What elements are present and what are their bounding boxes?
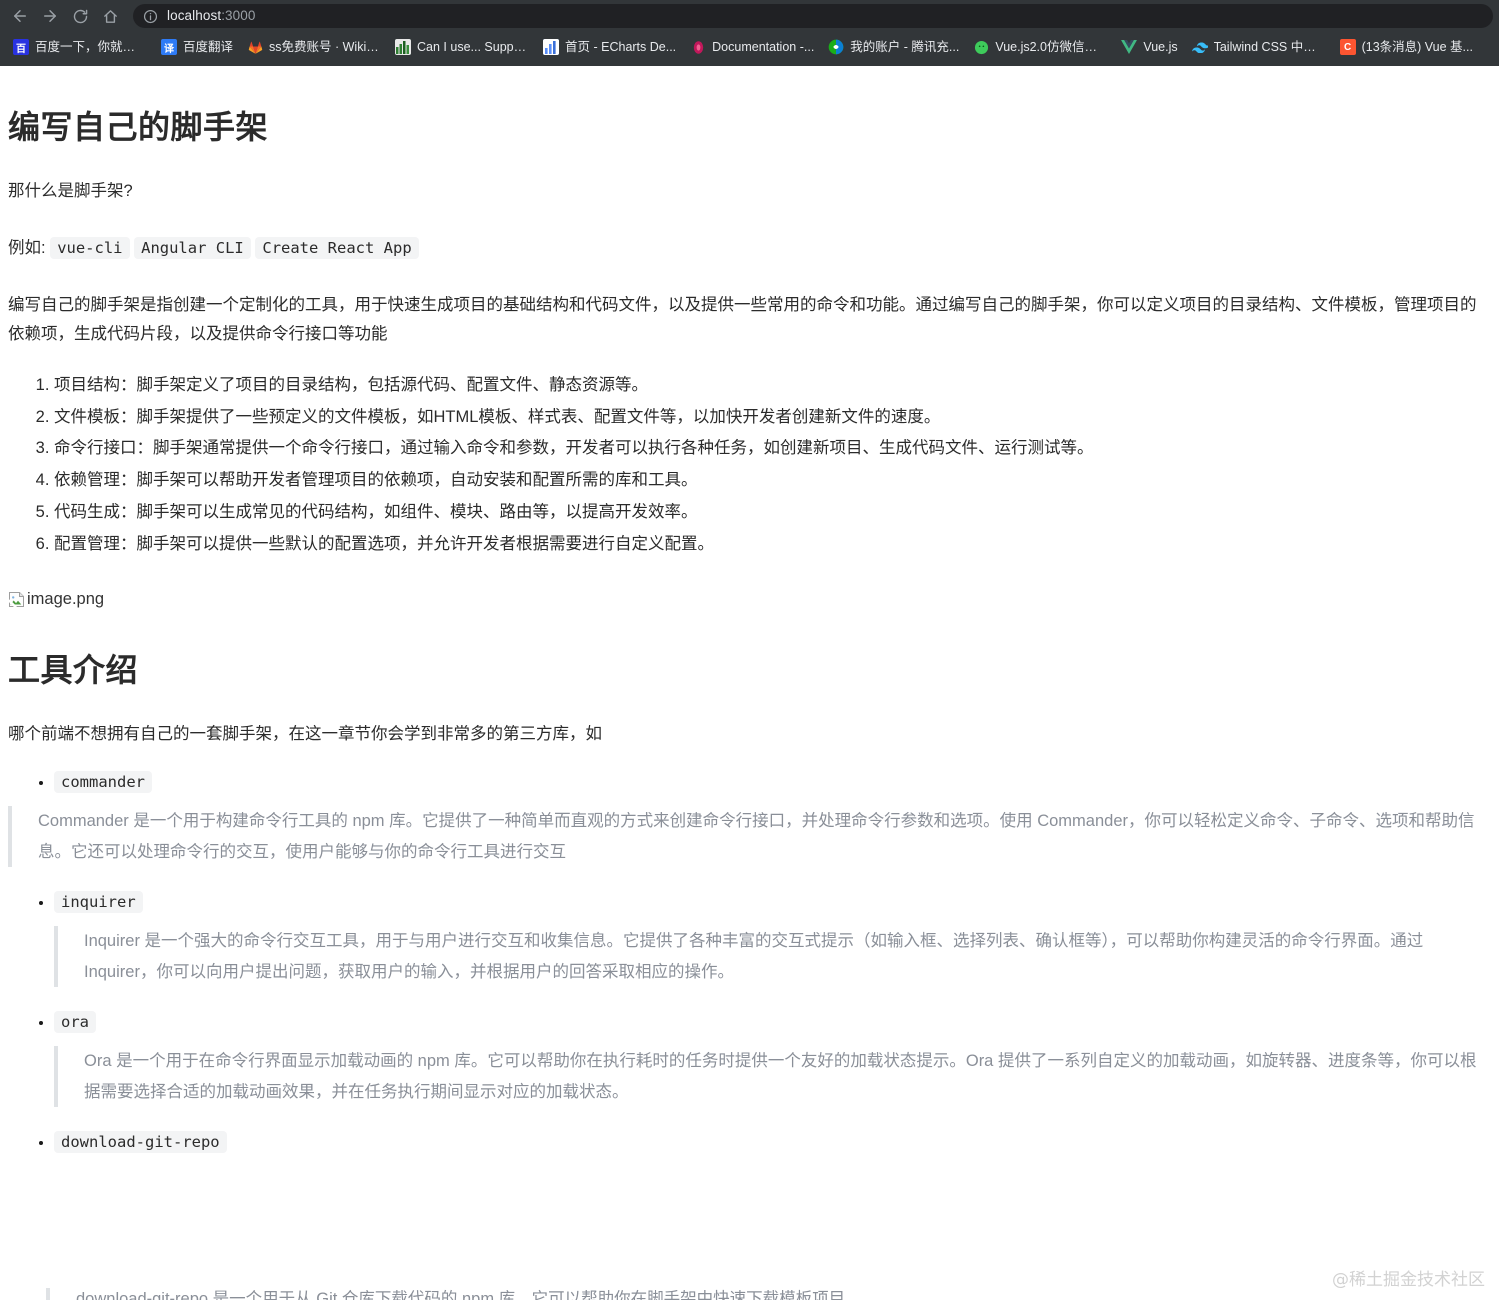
- bookmark-vue-wechat-app[interactable]: Vue.js2.0仿微信应用: [966, 34, 1114, 60]
- site-info-icon[interactable]: [143, 9, 158, 24]
- bookmark-ss-wiki[interactable]: ss免费账号 · Wiki ·...: [240, 34, 388, 60]
- bookmark-label: Vue.js2.0仿微信应用: [995, 40, 1108, 54]
- baidu-icon: 百: [13, 39, 29, 55]
- url-port: :3000: [221, 8, 256, 23]
- list-item: 代码生成：脚手架可以生成常见的代码结构，如组件、模块、路由等，以提高开发效率。: [54, 498, 1491, 527]
- bookmark-label: Documentation -...: [712, 40, 815, 54]
- bookmark-caniuse[interactable]: Can I use... Suppo...: [388, 34, 536, 60]
- bookmark-documentation[interactable]: Documentation -...: [683, 34, 821, 60]
- examples-paragraph: 例如: vue-cli Angular CLI Create React App: [8, 234, 1491, 263]
- page-title: 编写自己的脚手架: [8, 109, 269, 145]
- url-host: localhost: [167, 8, 222, 23]
- list-item: ora: [54, 1011, 1491, 1034]
- bookmark-label: 首页 - ECharts De...: [565, 40, 677, 54]
- reload-button[interactable]: [66, 2, 94, 30]
- features-list: 项目结构：脚手架定义了项目的目录结构，包括源代码、配置文件、静态资源等。 文件模…: [8, 371, 1491, 559]
- tool-name-list: inquirer: [8, 891, 1491, 914]
- list-item: inquirer: [54, 891, 1491, 914]
- list-item: 依赖管理：脚手架可以帮助开发者管理项目的依赖项，自动安装和配置所需的库和工具。: [54, 466, 1491, 495]
- tool-description-commander: Commander 是一个用于构建命令行工具的 npm 库。它提供了一种简单而直…: [8, 806, 1491, 868]
- broken-image-alt-text: image.png: [27, 589, 105, 608]
- tool-name-ora: ora: [54, 1011, 96, 1034]
- code-vue-cli: vue-cli: [50, 237, 130, 260]
- tool-name-list: download-git-repo: [8, 1131, 1491, 1154]
- tool-description-text: Inquirer 是一个强大的命令行交互工具，用于与用户进行交互和收集信息。它提…: [84, 932, 1424, 981]
- browser-toolbar: localhost:3000: [0, 0, 1499, 32]
- csdn-icon: C: [1339, 39, 1356, 55]
- list-item: 命令行接口：脚手架通常提供一个命令行接口，通过输入命令和参数，开发者可以执行各种…: [54, 434, 1491, 463]
- broken-image-placeholder: image.png: [7, 589, 105, 609]
- code-create-react-app: Create React App: [255, 237, 419, 260]
- home-button[interactable]: [96, 2, 124, 30]
- bookmark-label: Vue.js: [1143, 40, 1178, 54]
- bookmark-csdn-vue[interactable]: C (13条消息) Vue 基...: [1333, 34, 1480, 60]
- article-content: 编写自己的脚手架 那什么是脚手架? 例如: vue-cli Angular CL…: [7, 66, 1491, 1154]
- tool-name-list: commander: [8, 771, 1491, 793]
- bookmark-baidu-search[interactable]: 百 百度一下，你就知道: [6, 34, 154, 60]
- tencent-icon: [828, 39, 844, 55]
- tool-block-download-git-repo: download-git-repo: [8, 1131, 1491, 1154]
- broken-image-icon: [7, 591, 25, 609]
- documentation-icon: [690, 39, 706, 55]
- bookmark-label: 百度一下，你就知道: [35, 40, 147, 54]
- bookmark-label: 百度翻译: [183, 40, 234, 54]
- bookmark-tencent-account[interactable]: 我的账户 - 腾讯充...: [821, 34, 966, 60]
- forward-button[interactable]: [36, 2, 64, 30]
- gitlab-icon: [247, 39, 263, 55]
- bookmark-label: (13条消息) Vue 基...: [1361, 40, 1473, 54]
- tool-name-commander: commander: [54, 771, 152, 793]
- bookmark-echarts[interactable]: 首页 - ECharts De...: [536, 34, 683, 60]
- tailwind-icon: [1191, 39, 1208, 55]
- tool-description-text: Ora 是一个用于在命令行界面显示加载动画的 npm 库。它可以帮助你在执行耗时…: [84, 1052, 1477, 1101]
- echarts-icon: [543, 39, 560, 55]
- bookmark-label: Tailwind CSS 中文...: [1213, 40, 1326, 54]
- tools-intro-paragraph: 哪个前端不想拥有自己的一套脚手架，在这一章节你会学到非常多的第三方库，如: [8, 725, 602, 744]
- browser-chrome: localhost:3000 百 百度一下，你就知道 译 百度翻译 ss免费账号…: [0, 0, 1499, 66]
- tool-block-inquirer: inquirer Inquirer 是一个强大的命令行交互工具，用于与用户进行交…: [8, 891, 1491, 988]
- clipped-description-row: download-git-repo 是一个用于从 Git 仓库下载代码的 npm…: [0, 1288, 1499, 1300]
- bookmark-tailwind-css[interactable]: Tailwind CSS 中文...: [1185, 34, 1333, 60]
- page-viewport: 编写自己的脚手架 那什么是脚手架? 例如: vue-cli Angular CL…: [0, 66, 1499, 1300]
- list-item: 项目结构：脚手架定义了项目的目录结构，包括源代码、配置文件、静态资源等。: [54, 371, 1491, 400]
- bookmarks-bar: 百 百度一下，你就知道 译 百度翻译 ss免费账号 · Wiki ·... Ca…: [0, 32, 1499, 66]
- address-bar-text: localhost:3000: [167, 4, 255, 28]
- bookmark-vuejs[interactable]: Vue.js: [1114, 34, 1184, 60]
- reload-icon: [73, 9, 87, 23]
- tools-section-title: 工具介绍: [8, 651, 139, 688]
- tool-block-commander: commander Commander 是一个用于构建命令行工具的 npm 库。…: [8, 771, 1491, 868]
- watermark: @稀土掘金技术社区: [1332, 1270, 1485, 1290]
- code-angular-cli: Angular CLI: [134, 237, 251, 260]
- tool-block-ora: ora Ora 是一个用于在命令行界面显示加载动画的 npm 库。它可以帮助你在…: [8, 1011, 1491, 1108]
- tool-description-download-git-repo: download-git-repo 是一个用于从 Git 仓库下载代码的 npm…: [46, 1288, 1499, 1300]
- tool-description-inquirer: Inquirer 是一个强大的命令行交互工具，用于与用户进行交互和收集信息。它提…: [54, 926, 1491, 988]
- tool-name-download-git-repo: download-git-repo: [54, 1131, 227, 1154]
- wechat-icon: [973, 39, 989, 55]
- list-item: 文件模板：脚手架提供了一些预定义的文件模板，如HTML模板、样式表、配置文件等，…: [54, 403, 1491, 432]
- translate-icon: 译: [161, 39, 177, 55]
- bookmark-label: ss免费账号 · Wiki ·...: [269, 40, 382, 54]
- intro-paragraph: 编写自己的脚手架是指创建一个定制化的工具，用于快速生成项目的基础结构和代码文件，…: [8, 295, 1477, 343]
- bookmark-label: 我的账户 - 腾讯充...: [850, 40, 960, 54]
- forward-arrow-icon: [44, 10, 56, 22]
- address-bar[interactable]: localhost:3000: [133, 4, 1493, 28]
- caniuse-icon: [395, 39, 412, 55]
- question-paragraph: 那什么是脚手架?: [8, 182, 133, 201]
- bookmark-label: Can I use... Suppo...: [417, 40, 530, 54]
- vuejs-icon: [1121, 39, 1138, 55]
- tool-name-list: ora: [8, 1011, 1491, 1034]
- tool-name-inquirer: inquirer: [54, 891, 143, 914]
- tool-description-ora: Ora 是一个用于在命令行界面显示加载动画的 npm 库。它可以帮助你在执行耗时…: [54, 1046, 1491, 1108]
- back-arrow-icon: [14, 10, 26, 22]
- examples-prefix: 例如:: [8, 239, 46, 258]
- back-button[interactable]: [6, 2, 34, 30]
- home-icon: [103, 9, 117, 23]
- bookmark-baidu-translate[interactable]: 译 百度翻译: [154, 34, 240, 60]
- list-item: commander: [54, 771, 1491, 793]
- list-item: download-git-repo: [54, 1131, 1491, 1154]
- tool-description-text: Commander 是一个用于构建命令行工具的 npm 库。它提供了一种简单而直…: [38, 812, 1475, 861]
- list-item: 配置管理：脚手架可以提供一些默认的配置选项，并允许开发者根据需要进行自定义配置。: [54, 530, 1491, 559]
